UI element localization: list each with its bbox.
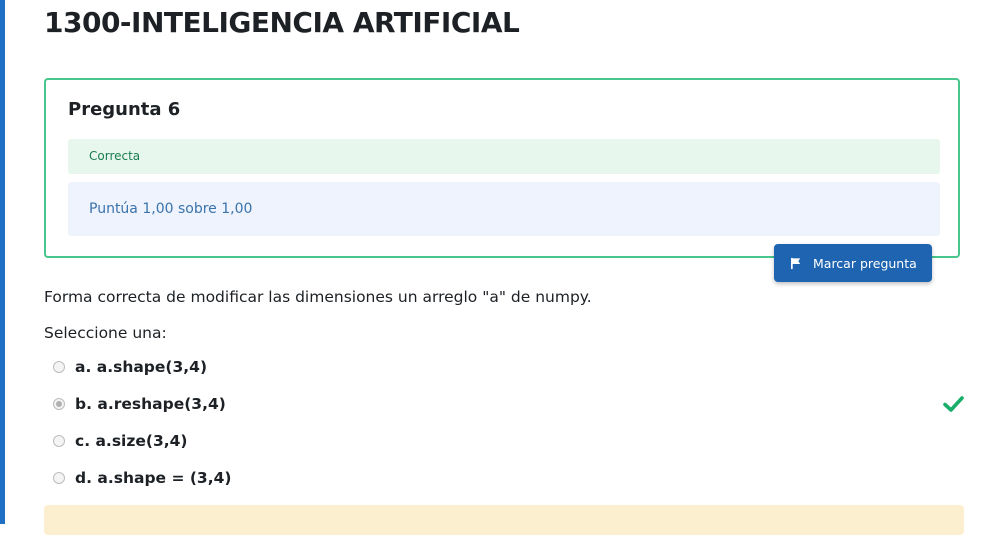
question-text: Forma correcta de modificar las dimensio… (44, 288, 592, 306)
radio-button-selected[interactable] (53, 398, 65, 410)
flag-icon (791, 257, 801, 269)
answer-option-b[interactable]: b. a.reshape(3,4) (53, 391, 226, 417)
check-icon (943, 396, 964, 412)
question-state-badge: Correcta (68, 139, 940, 174)
radio-button[interactable] (53, 361, 65, 373)
answer-option-a[interactable]: a. a.shape(3,4) (53, 354, 207, 380)
flag-question-button[interactable]: Marcar pregunta (774, 244, 932, 282)
answer-option-label: d. a.shape = (3,4) (75, 469, 232, 487)
question-number: Pregunta 6 (68, 99, 181, 120)
answer-option-label: c. a.size(3,4) (75, 432, 188, 450)
flag-question-label: Marcar pregunta (813, 255, 917, 271)
feedback-box (44, 505, 964, 535)
answer-option-d[interactable]: d. a.shape = (3,4) (53, 465, 231, 491)
radio-button[interactable] (53, 435, 65, 447)
radio-button[interactable] (53, 472, 65, 484)
answer-option-label: b. a.reshape(3,4) (75, 395, 226, 413)
answer-prompt: Seleccione una: (44, 324, 167, 342)
answer-option-label: a. a.shape(3,4) (75, 358, 208, 376)
page-title: 1300-INTELIGENCIA ARTIFICIAL (44, 6, 520, 39)
left-accent-bar (0, 0, 5, 524)
question-info-box: Pregunta 6 Correcta Puntúa 1,00 sobre 1,… (44, 78, 960, 258)
answer-option-c[interactable]: c. a.size(3,4) (53, 428, 188, 454)
question-grade: Puntúa 1,00 sobre 1,00 (68, 182, 940, 236)
